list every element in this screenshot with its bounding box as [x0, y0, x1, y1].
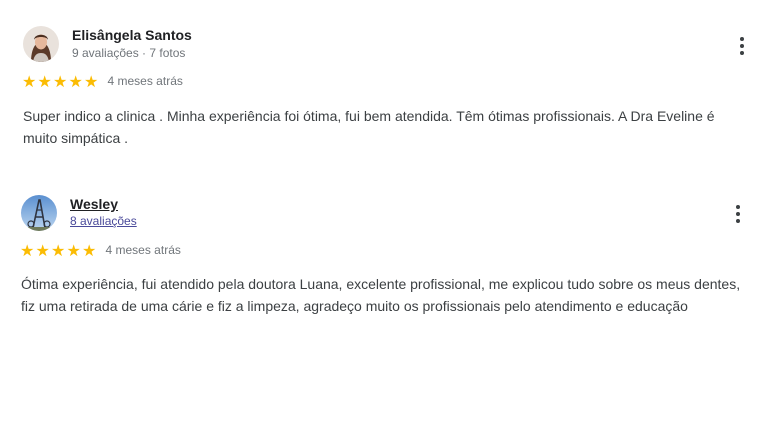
star-icon: ★: [22, 71, 37, 91]
more-vert-icon: [740, 37, 744, 41]
reviewer-stats[interactable]: 9 avaliações · 7 fotos: [72, 46, 185, 60]
more-options-button[interactable]: [733, 34, 751, 58]
avatar[interactable]: [23, 26, 59, 62]
more-options-button[interactable]: [729, 202, 747, 226]
rating-row: ★ ★ ★ ★ ★ 4 meses atrás: [20, 241, 181, 259]
review-time: 4 meses atrás: [105, 243, 181, 257]
star-icon: ★: [20, 240, 35, 260]
reviewer-name[interactable]: Wesley: [70, 196, 118, 212]
avatar[interactable]: [21, 195, 57, 231]
star-icon: ★: [84, 71, 99, 91]
star-icon: ★: [35, 240, 50, 260]
more-vert-icon-dot: [736, 212, 740, 216]
more-vert-icon-dot: [740, 44, 744, 48]
more-vert-icon-dot: [740, 51, 744, 55]
star-icon: ★: [82, 240, 97, 260]
avatar-photo-icon: [21, 195, 57, 231]
more-vert-icon: [736, 205, 740, 209]
reviewer-name[interactable]: Elisângela Santos: [72, 27, 192, 43]
more-vert-icon-dot: [736, 219, 740, 223]
star-rating: ★ ★ ★ ★ ★: [20, 240, 98, 260]
avatar-photo-icon: [23, 26, 59, 62]
star-icon: ★: [51, 240, 66, 260]
reviewer-stats[interactable]: 8 avaliações: [70, 214, 137, 228]
star-icon: ★: [37, 71, 52, 91]
review-text: Ótima experiência, fui atendido pela dou…: [21, 276, 741, 314]
star-icon: ★: [66, 240, 81, 260]
review-text: Super indico a clinica . Minha experiênc…: [23, 108, 715, 146]
rating-row: ★ ★ ★ ★ ★ 4 meses atrás: [22, 72, 183, 90]
review-time: 4 meses atrás: [107, 74, 183, 88]
star-icon: ★: [68, 71, 83, 91]
star-rating: ★ ★ ★ ★ ★: [22, 71, 100, 91]
star-icon: ★: [53, 71, 68, 91]
